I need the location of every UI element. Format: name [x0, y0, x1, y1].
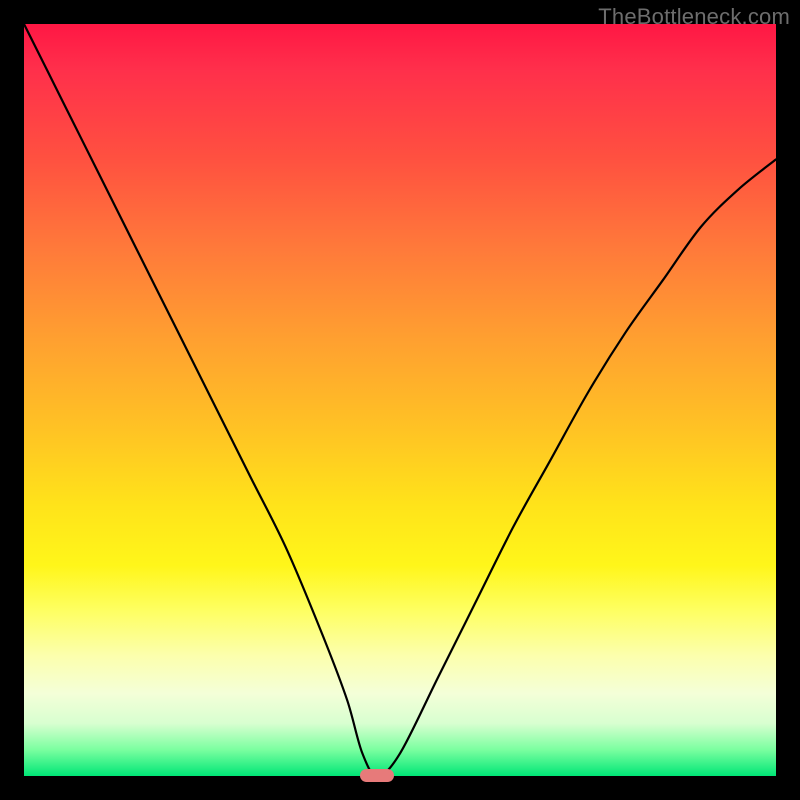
chart-frame: TheBottleneck.com	[0, 0, 800, 800]
watermark-text: TheBottleneck.com	[598, 4, 790, 30]
bottleneck-curve	[24, 24, 776, 776]
optimal-marker	[360, 769, 394, 782]
plot-area	[24, 24, 776, 776]
